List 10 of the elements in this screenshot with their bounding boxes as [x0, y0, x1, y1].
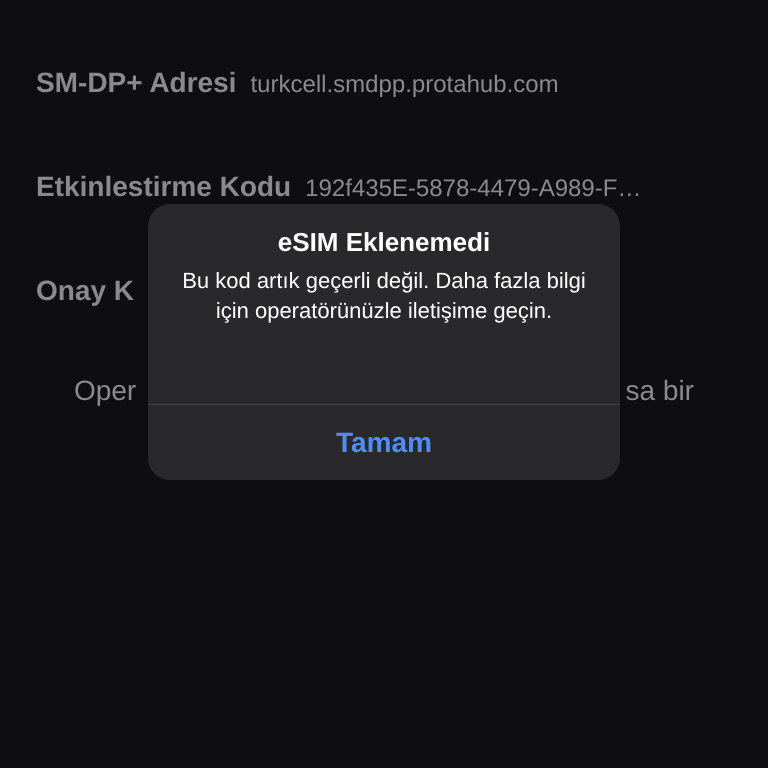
- setting-value: 192f435E-5878-4479-A989-F…: [305, 174, 642, 204]
- alert-message: Bu kod artık geçerli değil. Daha fazla bilgi için operatörünüzle iletişime geçin.: [181, 267, 587, 325]
- ok-button[interactable]: Tamam: [148, 405, 620, 480]
- note-text: sa bir: [626, 374, 694, 408]
- setting-label: Onay K: [36, 274, 134, 308]
- setting-value: turkcell.smdpp.protahub.com: [250, 70, 559, 100]
- setting-label: Etkinlestirme Kodu: [36, 170, 292, 204]
- setting-label: SM-DP+ Adresi: [36, 66, 236, 100]
- note-text: Oper: [74, 374, 136, 408]
- alert-title: eSIM Eklenemedi: [278, 226, 490, 258]
